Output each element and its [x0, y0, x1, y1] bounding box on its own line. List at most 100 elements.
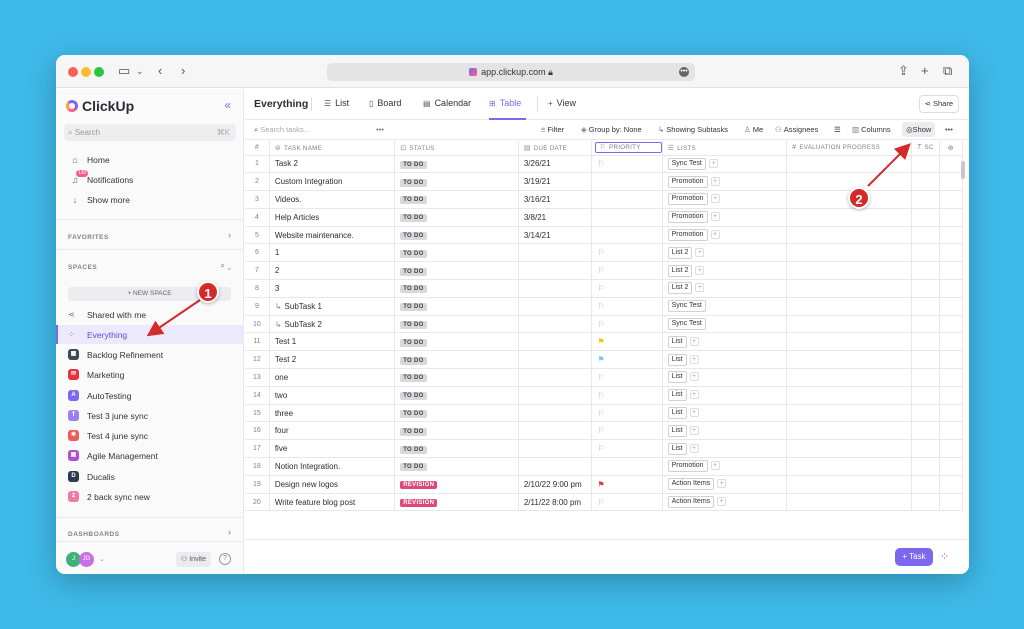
flag-icon[interactable]: ⚐ [597, 409, 604, 418]
evaluation-progress-cell[interactable] [786, 261, 912, 281]
tabs-overview-icon[interactable]: ⧉ [943, 63, 952, 79]
clickup-logo[interactable]: ClickUp [66, 98, 134, 114]
status-cell[interactable]: REVISION [394, 475, 519, 494]
lists-cell[interactable]: Sync Test + [662, 155, 788, 174]
evaluation-progress-cell[interactable] [786, 226, 912, 245]
address-bar[interactable]: app.clickup.com 🔒︎ ••• [327, 63, 695, 81]
lists-cell[interactable]: Sync Test [662, 297, 788, 316]
status-cell[interactable]: TO DO [394, 315, 519, 334]
evaluation-progress-cell[interactable] [786, 279, 912, 298]
priority-cell[interactable]: ⚐ [591, 421, 663, 441]
due-date-cell[interactable] [518, 386, 593, 405]
chevron-down-icon[interactable]: ⌄ [136, 63, 144, 79]
due-date-cell[interactable]: 2/11/22 8:00 pm [518, 493, 593, 512]
column-header-status[interactable]: ⊡ STATUS [394, 141, 519, 156]
assignees-button[interactable]: ⚇ Assignees [775, 124, 818, 136]
add-list-icon[interactable]: + [695, 247, 705, 257]
vertical-scrollbar[interactable] [961, 161, 965, 179]
sc-cell[interactable] [911, 439, 940, 459]
table-row[interactable]: 1 Task 2 TO DO 3/26/21 ⚐ Sync Test + [245, 155, 963, 174]
sc-cell[interactable] [911, 475, 940, 494]
status-cell[interactable]: TO DO [394, 279, 519, 298]
add-list-icon[interactable]: + [689, 425, 699, 435]
task-name-cell[interactable]: Custom Integration [269, 172, 396, 192]
lists-cell[interactable]: Sync Test [662, 315, 788, 334]
evaluation-progress-cell[interactable] [786, 404, 912, 423]
sidebar-item-agile-management[interactable]: ▣ Agile Management [56, 446, 244, 465]
status-cell[interactable]: TO DO [394, 261, 519, 281]
sc-cell[interactable] [911, 386, 940, 405]
table-row[interactable]: 8 3 TO DO ⚐ List 2 + [245, 279, 963, 298]
priority-cell[interactable]: ⚐ [591, 297, 663, 316]
share-browser-icon[interactable]: ⇪ [898, 63, 909, 79]
add-list-icon[interactable]: + [710, 212, 720, 222]
task-name-cell[interactable]: Test 1 [269, 332, 396, 352]
task-name-cell[interactable]: ↳ SubTask 1 [269, 297, 396, 316]
status-cell[interactable]: TO DO [394, 208, 519, 227]
status-cell[interactable]: TO DO [394, 172, 519, 192]
priority-cell[interactable]: ⚐ [591, 493, 663, 512]
priority-cell[interactable]: ⚐ [591, 439, 663, 459]
sc-cell[interactable] [911, 226, 940, 245]
task-search-input[interactable]: ⌕ Search tasks... [254, 124, 310, 136]
status-cell[interactable]: TO DO [394, 243, 519, 263]
column-header-lists[interactable]: ☰ LISTS [662, 141, 788, 156]
task-name-cell[interactable]: 2 [269, 261, 396, 281]
filter-button[interactable]: ⩧ Filter [541, 124, 564, 136]
task-name-cell[interactable]: one [269, 368, 396, 387]
priority-cell[interactable]: ⚑ [591, 332, 663, 352]
sc-cell[interactable] [911, 368, 940, 387]
priority-cell[interactable]: ⚐ [591, 315, 663, 334]
apps-grid-icon[interactable]: ⁘ [940, 551, 953, 564]
table-row[interactable]: 14 two TO DO ⚐ List + [245, 386, 963, 405]
task-name-cell[interactable]: four [269, 421, 396, 441]
add-list-icon[interactable]: + [717, 497, 727, 507]
back-icon[interactable]: ‹ [158, 63, 162, 79]
sidebar-item-backlog-refinement[interactable]: ▦ Backlog Refinement [56, 345, 244, 364]
sidebar-item-test-4-june-sync[interactable]: ✱ Test 4 june sync [56, 426, 244, 445]
lists-cell[interactable]: List 2 + [662, 279, 788, 298]
sc-cell[interactable] [911, 457, 940, 476]
sc-cell[interactable] [911, 155, 940, 174]
sc-cell[interactable] [911, 404, 940, 423]
lists-cell[interactable]: Promotion + [662, 226, 788, 245]
due-date-cell[interactable] [518, 350, 593, 370]
lists-cell[interactable]: List 2 + [662, 243, 788, 263]
new-tab-icon[interactable]: + [921, 63, 929, 79]
add-column-button[interactable]: ⊕ [939, 141, 963, 156]
table-row[interactable]: 5 Website maintenance. TO DO 3/14/21 Promoti… [245, 226, 963, 245]
sidebar-search-input[interactable]: ⌕ Search ⌘K [64, 124, 236, 141]
priority-cell[interactable]: ⚐ [591, 386, 663, 405]
column-header-task-name[interactable]: ⊜ TASK NAME [269, 141, 396, 156]
sc-cell[interactable] [911, 243, 940, 263]
add-list-icon[interactable]: + [710, 461, 720, 471]
priority-cell[interactable] [591, 172, 663, 192]
table-row[interactable]: 4 Help Articles TO DO 3/8/21 Promotion + [245, 208, 963, 227]
tab-table[interactable]: ⊞ Table [489, 98, 521, 108]
sc-cell[interactable] [911, 279, 940, 298]
sc-cell[interactable] [911, 315, 940, 334]
evaluation-progress-cell[interactable] [786, 315, 912, 334]
flag-icon[interactable]: ⚐ [597, 373, 604, 382]
due-date-cell[interactable] [518, 421, 593, 441]
table-row[interactable]: 16 four TO DO ⚐ List + [245, 421, 963, 441]
status-cell[interactable]: TO DO [394, 421, 519, 441]
evaluation-progress-cell[interactable] [786, 457, 912, 476]
status-cell[interactable]: TO DO [394, 297, 519, 316]
flag-icon[interactable]: ⚐ [597, 391, 604, 400]
evaluation-progress-cell[interactable] [786, 350, 912, 370]
priority-cell[interactable]: ⚑ [591, 475, 663, 494]
add-list-icon[interactable]: + [689, 443, 699, 453]
status-cell[interactable]: REVISION [394, 493, 519, 512]
flag-icon[interactable]: ⚐ [597, 159, 604, 168]
sidebar-item-notifications[interactable]: ♫ 130 Notifications [56, 170, 244, 189]
lists-cell[interactable]: List + [662, 421, 788, 441]
sc-cell[interactable] [911, 297, 940, 316]
task-name-cell[interactable]: Website maintenance. [269, 226, 396, 245]
evaluation-progress-cell[interactable] [786, 332, 912, 352]
maximize-window-button[interactable] [94, 67, 104, 77]
flag-icon[interactable]: ⚑ [597, 337, 604, 346]
status-cell[interactable]: TO DO [394, 439, 519, 459]
priority-cell[interactable]: ⚑ [591, 350, 663, 370]
lists-cell[interactable]: List + [662, 404, 788, 423]
